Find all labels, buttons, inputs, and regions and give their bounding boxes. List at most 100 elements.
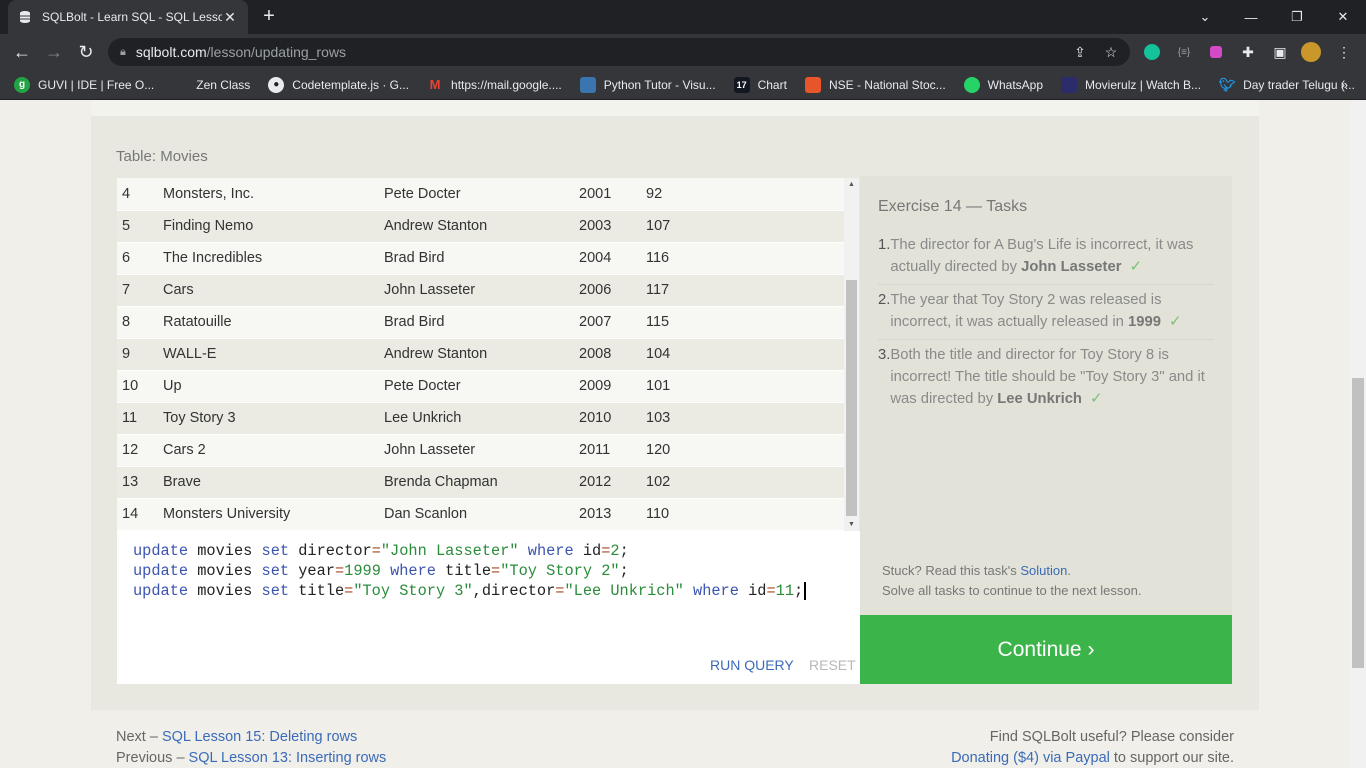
cell-year: 2008 [579, 338, 646, 371]
maximize-button[interactable]: ❐ [1274, 0, 1320, 34]
table-row: 10 Up Pete Docter 2009 101 [117, 370, 844, 403]
extension-color-icon[interactable] [1206, 42, 1226, 62]
profile-avatar[interactable] [1301, 42, 1321, 62]
cell-director: Brad Bird [384, 242, 579, 275]
bookmark-item[interactable]: NSE - National Stoc... [804, 76, 946, 93]
page-scrollbar[interactable] [1350, 100, 1366, 768]
continue-button[interactable]: Continue › [860, 615, 1232, 684]
github-icon: ● [268, 76, 285, 93]
cell-length: 116 [646, 242, 844, 275]
table-row: 5 Finding Nemo Andrew Stanton 2003 107 [117, 210, 844, 243]
solve-all-text: Solve all tasks to continue to the next … [882, 583, 1142, 598]
twitter-icon: 🐦︎ [1218, 76, 1236, 92]
menu-kebab-icon[interactable]: ⋮ [1334, 42, 1354, 62]
results-table: 4 Monsters, Inc. Pete Docter 2001 92 5 Finding… [117, 178, 844, 531]
cell-director: Andrew Stanton [384, 210, 579, 243]
tab-close-icon[interactable]: ✕ [222, 9, 238, 26]
reset-button[interactable]: RESET [809, 657, 856, 673]
run-query-button[interactable]: RUN QUERY [710, 657, 794, 673]
task-item: 2. The year that Toy Story 2 was released… [878, 285, 1214, 340]
address-bar[interactable]: 🔒︎ sqlbolt.com /lesson/updating_rows [108, 38, 1130, 66]
table-row: 4 Monsters, Inc. Pete Docter 2001 92 [117, 178, 844, 211]
support-text: Find SQLBolt useful? Please consider Don… [951, 729, 1234, 766]
cell-director: Brad Bird [384, 306, 579, 339]
cell-length: 101 [646, 370, 844, 403]
task-number: 2. [878, 292, 891, 308]
table-scrollbar[interactable]: ▲ ▼ [844, 178, 859, 531]
query-editor[interactable]: update movies set director="John Lassete… [117, 531, 860, 684]
scroll-up-arrow-icon[interactable]: ▲ [847, 181, 856, 188]
forward-arrow-icon[interactable]: → [42, 40, 66, 64]
scroll-down-arrow-icon[interactable]: ▼ [847, 521, 856, 528]
cell-director: John Lasseter [384, 274, 579, 307]
cell-length: 104 [646, 338, 844, 371]
bookmark-item[interactable]: Zen Class [172, 76, 250, 93]
table-row: 9 WALL-E Andrew Stanton 2008 104 [117, 338, 844, 371]
bookmark-item[interactable]: WhatsApp [963, 76, 1043, 93]
task-number: 3. [878, 347, 891, 363]
movierulz-icon [1061, 76, 1078, 93]
donate-link[interactable]: Donating ($4) via Paypal [951, 750, 1110, 766]
table-scrollbar-thumb[interactable] [846, 280, 857, 516]
cell-director: Lee Unkrich [384, 402, 579, 435]
task-text: The year that Toy Story 2 was released i… [890, 292, 1182, 330]
bookmark-item[interactable]: ● Codetemplate.js · G... [268, 76, 409, 93]
reload-icon[interactable]: ↻ [74, 40, 98, 64]
cell-director: Brenda Chapman [384, 466, 579, 499]
query-code[interactable]: update movies set director="John Lassete… [133, 541, 807, 601]
table-title: Table: Movies [116, 148, 208, 165]
grammarly-icon[interactable] [1142, 42, 1162, 62]
bookmark-star-icon[interactable]: ☆ [1101, 42, 1121, 62]
checkmark-icon: ✓ [1129, 259, 1142, 275]
table-row: 11 Toy Story 3 Lee Unkrich 2010 103 [117, 402, 844, 435]
lock-icon: 🔒︎ [120, 45, 126, 58]
cell-title: Toy Story 3 [163, 402, 384, 435]
checkmark-icon: ✓ [1089, 391, 1103, 407]
bookmarks-overflow-icon[interactable]: » [1341, 77, 1348, 92]
solution-link[interactable]: Solution [1020, 563, 1067, 578]
cell-title: Ratatouille [163, 306, 384, 339]
cell-year: 2012 [579, 466, 646, 499]
bookmark-item[interactable]: Python Tutor - Visu... [579, 76, 716, 93]
cell-title: Monsters, Inc. [163, 178, 384, 211]
bookmark-item[interactable]: 🐦︎ Day trader Telugu (... [1219, 77, 1355, 93]
tradingview-icon: 17 [733, 76, 750, 93]
side-panel-icon[interactable]: ▣ [1270, 42, 1290, 62]
table-row: 14 Monsters University Dan Scanlon 2013 110 [117, 498, 844, 531]
task-number: 1. [878, 237, 891, 253]
cell-year: 2010 [579, 402, 646, 435]
bookmark-item[interactable]: g GUVI | IDE | Free O... [14, 76, 154, 93]
extension-json-icon[interactable]: {≡} [1174, 42, 1194, 62]
cell-director: Andrew Stanton [384, 338, 579, 371]
url-path: /lesson/updating_rows [206, 44, 346, 60]
extensions-puzzle-icon[interactable]: ✚ [1238, 42, 1258, 62]
bookmark-item[interactable]: 17 Chart [733, 76, 787, 93]
browser-tab[interactable]: SQLBolt - Learn SQL - SQL Lesson 14 ✕ [8, 0, 248, 34]
share-icon[interactable]: ⇪ [1070, 42, 1090, 62]
minimize-button[interactable]: — [1228, 0, 1274, 34]
url-host: sqlbolt.com [135, 44, 207, 60]
page-scrollbar-thumb[interactable] [1352, 378, 1364, 668]
bookmark-item[interactable]: Movierulz | Watch B... [1061, 76, 1201, 93]
bookmark-item[interactable]: Mhttps://mail.google.... [427, 77, 562, 93]
cell-length: 110 [646, 498, 844, 531]
gmail-icon: M [429, 77, 441, 92]
close-window-button[interactable]: ✕ [1320, 0, 1366, 34]
card-top-strip [91, 100, 1259, 116]
cell-id: 13 [117, 466, 163, 499]
cell-length: 117 [646, 274, 844, 307]
stuck-text: Stuck? Read this task's Solution. Solve … [882, 563, 1142, 598]
tab-search-icon[interactable]: ⌄ [1182, 0, 1228, 34]
cell-director: Dan Scanlon [384, 498, 579, 531]
previous-lesson-link[interactable]: SQL Lesson 13: Inserting rows [189, 750, 387, 766]
back-arrow-icon[interactable]: ← [10, 40, 34, 64]
results-table-container[interactable]: 4 Monsters, Inc. Pete Docter 2001 92 5 Finding… [117, 178, 859, 531]
cell-length: 107 [646, 210, 844, 243]
cell-year: 2006 [579, 274, 646, 307]
cell-id: 6 [117, 242, 163, 275]
tab-title: SQLBolt - Learn SQL - SQL Lesson 14 [42, 10, 222, 24]
cell-id: 7 [117, 274, 163, 307]
next-lesson-link[interactable]: SQL Lesson 15: Deleting rows [162, 729, 357, 745]
task-item: 1. The director for A Bug's Life is incor… [878, 230, 1214, 285]
new-tab-button[interactable]: + [258, 6, 280, 28]
